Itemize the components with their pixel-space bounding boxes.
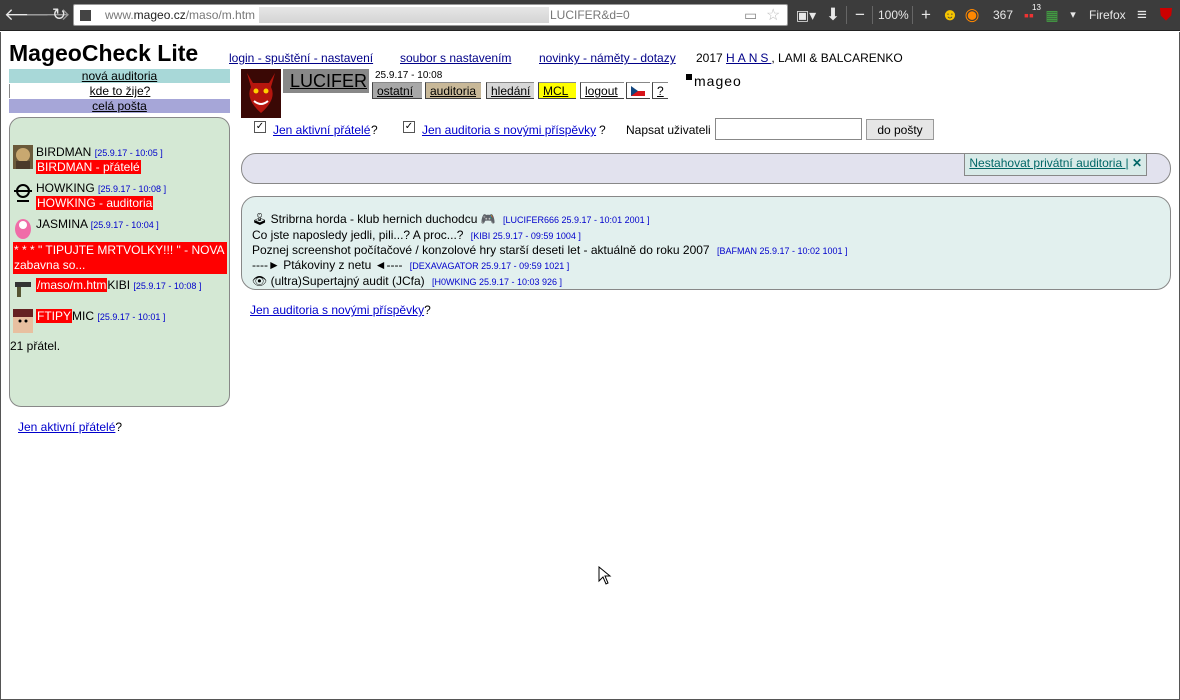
bookmarks-menu-icon[interactable]: ▣▾ (793, 4, 819, 26)
tab-logout[interactable]: logout (580, 82, 624, 99)
reader-view-icon[interactable]: ▭ (744, 7, 757, 24)
send-mail-button[interactable]: do pošty (866, 119, 934, 140)
url-bar[interactable]: www.mageo.cz/maso/m.htm LUCIFER&d=0 ▭ ☆ (73, 4, 788, 26)
write-user-label: Napsat uživateli (626, 123, 711, 137)
tab-help[interactable]: ? (652, 82, 668, 99)
bookmark-star-icon[interactable]: ☆ (766, 5, 780, 25)
download-icon[interactable]: ⬇ (824, 4, 842, 26)
page-content: MageoCheck Lite login - spuštění - nasta… (0, 32, 1180, 700)
friend-tag[interactable]: HOWKING - auditoria (36, 196, 154, 210)
reload-icon[interactable]: ↻ (49, 4, 69, 26)
eye-icon: 👁 (252, 274, 268, 288)
write-user-input[interactable] (715, 118, 862, 140)
mouse-cursor-icon (598, 565, 612, 589)
active-friends-link[interactable]: Jen aktivní přátelé (273, 123, 370, 137)
list-item[interactable]: Co jste naposledy jedli, pili...? A proc… (252, 228, 581, 242)
new-posts-checkbox[interactable]: ✓ (403, 121, 415, 133)
new-posts-link[interactable]: Jen auditoria s novými příspěvky (422, 123, 596, 137)
user-time: 25.9.17 - 10:08 (375, 70, 443, 81)
firefox-label: Firefox (1089, 8, 1126, 22)
site-icon (80, 10, 91, 21)
rss-icon[interactable]: ◉ (963, 4, 981, 26)
tab-search[interactable]: hledání (486, 82, 534, 99)
zoom-level[interactable]: 100% (878, 0, 909, 31)
tab-auditoria[interactable]: auditoria (425, 82, 481, 99)
mageo-logo: mageo (686, 73, 742, 89)
czech-flag-icon[interactable] (626, 82, 650, 99)
where-lives-nav[interactable]: kde to žije? (9, 84, 230, 98)
list-item[interactable]: 🕹 Stribrna horda - klub hernich duchodcu… (252, 212, 650, 226)
forward-icon[interactable]: 🡒 (25, 4, 71, 26)
login-link[interactable]: login - spuštění - nastavení (229, 51, 373, 65)
friend-tag[interactable]: /maso/m.htm (36, 278, 108, 292)
ublock-icon[interactable]: ⛊ (1157, 4, 1175, 26)
friend-tag[interactable]: FTIPY (36, 309, 73, 323)
url-tail: LUCIFER&d=0 (550, 8, 630, 22)
list-item[interactable]: 👁 (ultra)Supertajný audit (JCfa) [H0WKIN… (252, 274, 562, 288)
url-text: www.mageo.cz/maso/m.htm (105, 8, 256, 22)
private-toggle[interactable]: Nestahovat privátní auditoria | ✕ (964, 154, 1147, 176)
zoom-out-icon[interactable]: − (851, 4, 869, 26)
hamburger-menu-icon[interactable]: ≡ (1132, 4, 1152, 26)
zoom-in-icon[interactable]: + (917, 4, 935, 26)
site-title: MageoCheck Lite (9, 40, 199, 66)
credits: 2017 HANS, LAMI & BALCARENKO (696, 51, 903, 65)
active-friends-filter: Jen aktivní přátelé? (18, 420, 123, 434)
counter-value: 367 (993, 8, 1014, 22)
new-posts-filter-bottom: Jen auditoria s novými příspěvky? (250, 303, 431, 317)
notification-count: 13 (1032, 3, 1041, 12)
smiley-addon-icon[interactable]: ☻ (941, 4, 959, 26)
bird-avatar-icon (13, 145, 33, 169)
user-name[interactable]: LUCIFER (283, 69, 369, 93)
settings-file-link[interactable]: soubor s nastavením (400, 51, 511, 65)
all-mail-nav[interactable]: celá pošta (9, 99, 230, 113)
devil-avatar-icon (241, 69, 281, 118)
url-redacted (259, 7, 549, 23)
back-icon[interactable]: 🡐 (4, 4, 50, 26)
browser-toolbar: 🡐 🡒 ↻ www.mageo.cz/maso/m.htm LUCIFER&d=… (0, 0, 1180, 31)
active-friends-checkbox[interactable]: ✓ (254, 121, 266, 133)
puzzle-addon-icon[interactable]: ▦ (1043, 4, 1061, 26)
friend-count: 21 přátel. (10, 339, 61, 353)
forums-box: 🕹 Stribrna horda - klub hernich duchodcu… (241, 196, 1171, 290)
pink-avatar-icon (13, 217, 33, 241)
close-icon[interactable]: ✕ (1132, 156, 1142, 170)
list-item[interactable]: ----► Ptákoviny z netu ◄---- [DEXAVAGATO… (252, 258, 569, 272)
face-avatar-icon (13, 309, 33, 333)
red-message[interactable]: * * * " TIPUJTE MRTVOLKY!!! " - NOVA zab… (13, 242, 227, 274)
filter-row: ✓ Jen aktivní přátelé ? ✓ Jen auditoria … (254, 118, 954, 140)
friend-tag[interactable]: BIRDMAN - přátelé (36, 160, 141, 174)
list-item[interactable]: Poznej screenshot počítačové / konzolové… (252, 243, 848, 257)
tab-mcl[interactable]: MCL (538, 82, 576, 99)
private-auditoria-box: Nestahovat privátní auditoria | ✕ (241, 153, 1171, 184)
hans-link[interactable]: HANS (726, 51, 771, 65)
friends-panel: BIRDMAN [25.9.17 - 10:05 ] BIRDMAN - přá… (9, 117, 230, 407)
tab-other[interactable]: ostatní (372, 82, 422, 99)
gun-avatar-icon (13, 278, 33, 302)
gear-avatar-icon (13, 181, 33, 205)
new-audit-nav[interactable]: nová auditoria (9, 69, 230, 83)
news-link[interactable]: novinky - náměty - dotazy (539, 51, 676, 65)
overflow-chevron-icon[interactable]: ▾ (1066, 4, 1080, 26)
joystick-icon: 🕹 (252, 212, 268, 226)
